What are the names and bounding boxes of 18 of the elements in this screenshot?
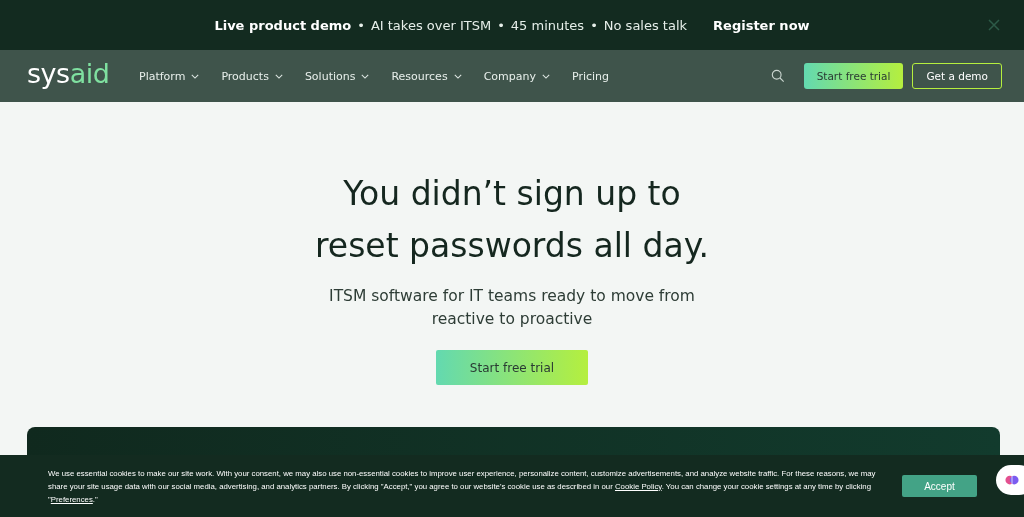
nav-menu-item[interactable]: Pricing [571, 69, 610, 83]
hero-subtitle: ITSM software for IT teams ready to move from [329, 286, 695, 307]
nav-menu-item[interactable]: Products [221, 69, 283, 83]
nav-menu-item[interactable]: Platform [139, 69, 200, 83]
hero-subtitle: reactive to proactive [431, 309, 593, 330]
get-demo-button[interactable]: Get a demo [912, 63, 1002, 89]
logo[interactable]: sysaid [27, 57, 139, 89]
search-icon[interactable] [770, 69, 785, 83]
start-trial-button[interactable]: Start free trial [435, 350, 589, 385]
nav-menu-item[interactable]: Company [483, 69, 550, 83]
hero-headline: You didn’t sign up to [343, 173, 681, 215]
nav-menu-item[interactable]: Resources [391, 69, 462, 83]
register-link[interactable]: Register now [713, 17, 810, 33]
nav-menu-item[interactable]: Solutions [304, 69, 370, 83]
chat-widget-button[interactable] [996, 465, 1024, 495]
hero-headline: reset passwords all day. [315, 225, 709, 267]
start-trial-button[interactable]: Start free trial [803, 63, 904, 89]
announcement-text: Live product demo • AI takes over ITSM • 45 minutes • No sales talk [214, 17, 688, 33]
